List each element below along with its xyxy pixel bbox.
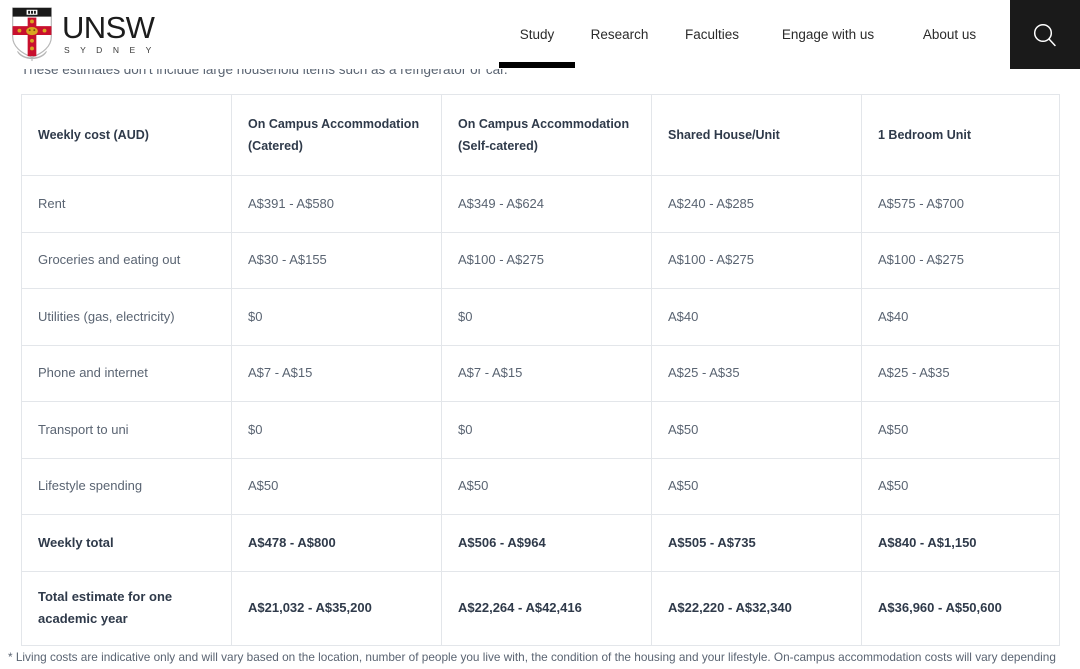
row-value: A$22,264 - A$42,416 [441,570,652,646]
search-icon [1033,23,1056,46]
table-row: Utilities (gas, electricity) $0 $0 A$40 … [21,288,1060,346]
row-value: A$840 - A$1,150 [861,514,1060,572]
table-body: Rent A$391 - A$580 A$349 - A$624 A$240 -… [21,175,1060,646]
header-label: Weekly cost (AUD) [38,128,149,142]
table-row: Lifestyle spending A$50 A$50 A$50 A$50 [21,457,1060,515]
nav-item-study[interactable]: Study [499,0,575,69]
row-label: Phone and internet [21,344,232,402]
row-label: Groceries and eating out [21,231,232,289]
row-value: A$36,960 - A$50,600 [861,570,1060,646]
row-value: A$478 - A$800 [231,514,442,572]
table-header-row: Weekly cost (AUD) On Campus Accommodatio… [21,94,1060,176]
row-value: A$506 - A$964 [441,514,652,572]
nav-item-label: Faculties [684,27,740,42]
row-value: A$575 - A$700 [861,175,1060,233]
table-row: Groceries and eating out A$30 - A$155 A$… [21,231,1060,289]
row-value: A$7 - A$15 [231,344,442,402]
unsw-logo[interactable]: UNSW S Y D N E Y [8,6,155,62]
row-value: A$50 [861,401,1060,459]
nav-item-engage-with-us[interactable]: Engage with us [760,0,896,69]
table-row-weekly-total: Weekly total A$478 - A$800 A$506 - A$964… [21,514,1060,572]
row-value: $0 [441,401,652,459]
table-header-cell: On Campus Accommodation (Self-catered) [441,94,652,176]
header-sublabel: (Catered) [248,139,303,153]
row-value: A$21,032 - A$35,200 [231,570,442,646]
row-label: Total estimate for one academic year [21,570,232,646]
row-value: A$25 - A$35 [651,344,862,402]
row-value: A$391 - A$580 [231,175,442,233]
primary-nav: Study Research Faculties Engage with us … [499,0,1003,69]
row-label: Utilities (gas, electricity) [21,288,232,346]
row-value: A$50 [861,457,1060,515]
row-value: A$100 - A$275 [651,231,862,289]
row-value: A$40 [861,288,1060,346]
nav-item-label: About us [922,27,977,42]
row-value: A$30 - A$155 [231,231,442,289]
wordmark-text: UNSW [62,10,155,45]
nav-item-label: Study [519,27,555,42]
table-row: Transport to uni $0 $0 A$50 A$50 [21,401,1060,459]
row-value: A$50 [651,457,862,515]
unsw-wordmark: UNSW S Y D N E Y [62,10,156,55]
row-value: $0 [231,401,442,459]
row-value: A$50 [441,457,652,515]
row-value: A$25 - A$35 [861,344,1060,402]
row-label: Lifestyle spending [21,457,232,515]
row-value: A$100 - A$275 [441,231,652,289]
wordmark-sublabel: S Y D N E Y [64,45,156,55]
table-row: Phone and internet A$7 - A$15 A$7 - A$15… [21,344,1060,402]
header-label: On Campus Accommodation [458,117,630,131]
row-value: A$100 - A$275 [861,231,1060,289]
table-head: Weekly cost (AUD) On Campus Accommodatio… [21,94,1060,176]
row-label: Transport to uni [21,401,232,459]
row-value: A$50 [231,457,442,515]
row-value: A$40 [651,288,862,346]
row-value: A$7 - A$15 [441,344,652,402]
table-header-cell: Weekly cost (AUD) [21,94,232,176]
page-root: These estimates don't include large hous… [0,0,1080,669]
table-footnote: * Living costs are indicative only and w… [8,650,1056,664]
nav-item-research[interactable]: Research [575,0,664,69]
row-value: A$349 - A$624 [441,175,652,233]
table-header-cell: 1 Bedroom Unit [861,94,1060,176]
nav-item-label: Research [590,27,649,42]
row-value: A$22,220 - A$32,340 [651,570,862,646]
living-costs-table-wrapper: Weekly cost (AUD) On Campus Accommodatio… [21,94,1060,646]
header-label: 1 Bedroom Unit [878,128,972,142]
header-label: On Campus Accommodation [248,117,420,131]
row-label: Weekly total [21,514,232,572]
table-header-cell: Shared House/Unit [651,94,862,176]
table-header-cell: On Campus Accommodation (Catered) [231,94,442,176]
nav-active-indicator [499,62,575,68]
row-value: A$240 - A$285 [651,175,862,233]
nav-item-faculties[interactable]: Faculties [664,0,760,69]
row-value: $0 [231,288,442,346]
table-row-annual-total: Total estimate for one academic year A$2… [21,570,1060,646]
row-value: A$50 [651,401,862,459]
unsw-crest-icon [12,7,52,62]
header-label: Shared House/Unit [668,128,780,142]
row-value: A$505 - A$735 [651,514,862,572]
living-costs-table: Weekly cost (AUD) On Campus Accommodatio… [21,94,1060,646]
header-sublabel: (Self-catered) [458,139,538,153]
nav-item-about-us[interactable]: About us [896,0,1003,69]
search-button[interactable] [1010,0,1080,69]
row-label: Rent [21,175,232,233]
table-row: Rent A$391 - A$580 A$349 - A$624 A$240 -… [21,175,1060,233]
nav-item-label: Engage with us [781,27,875,42]
row-value: $0 [441,288,652,346]
site-header: UNSW S Y D N E Y Study Research Facultie… [0,0,1080,69]
